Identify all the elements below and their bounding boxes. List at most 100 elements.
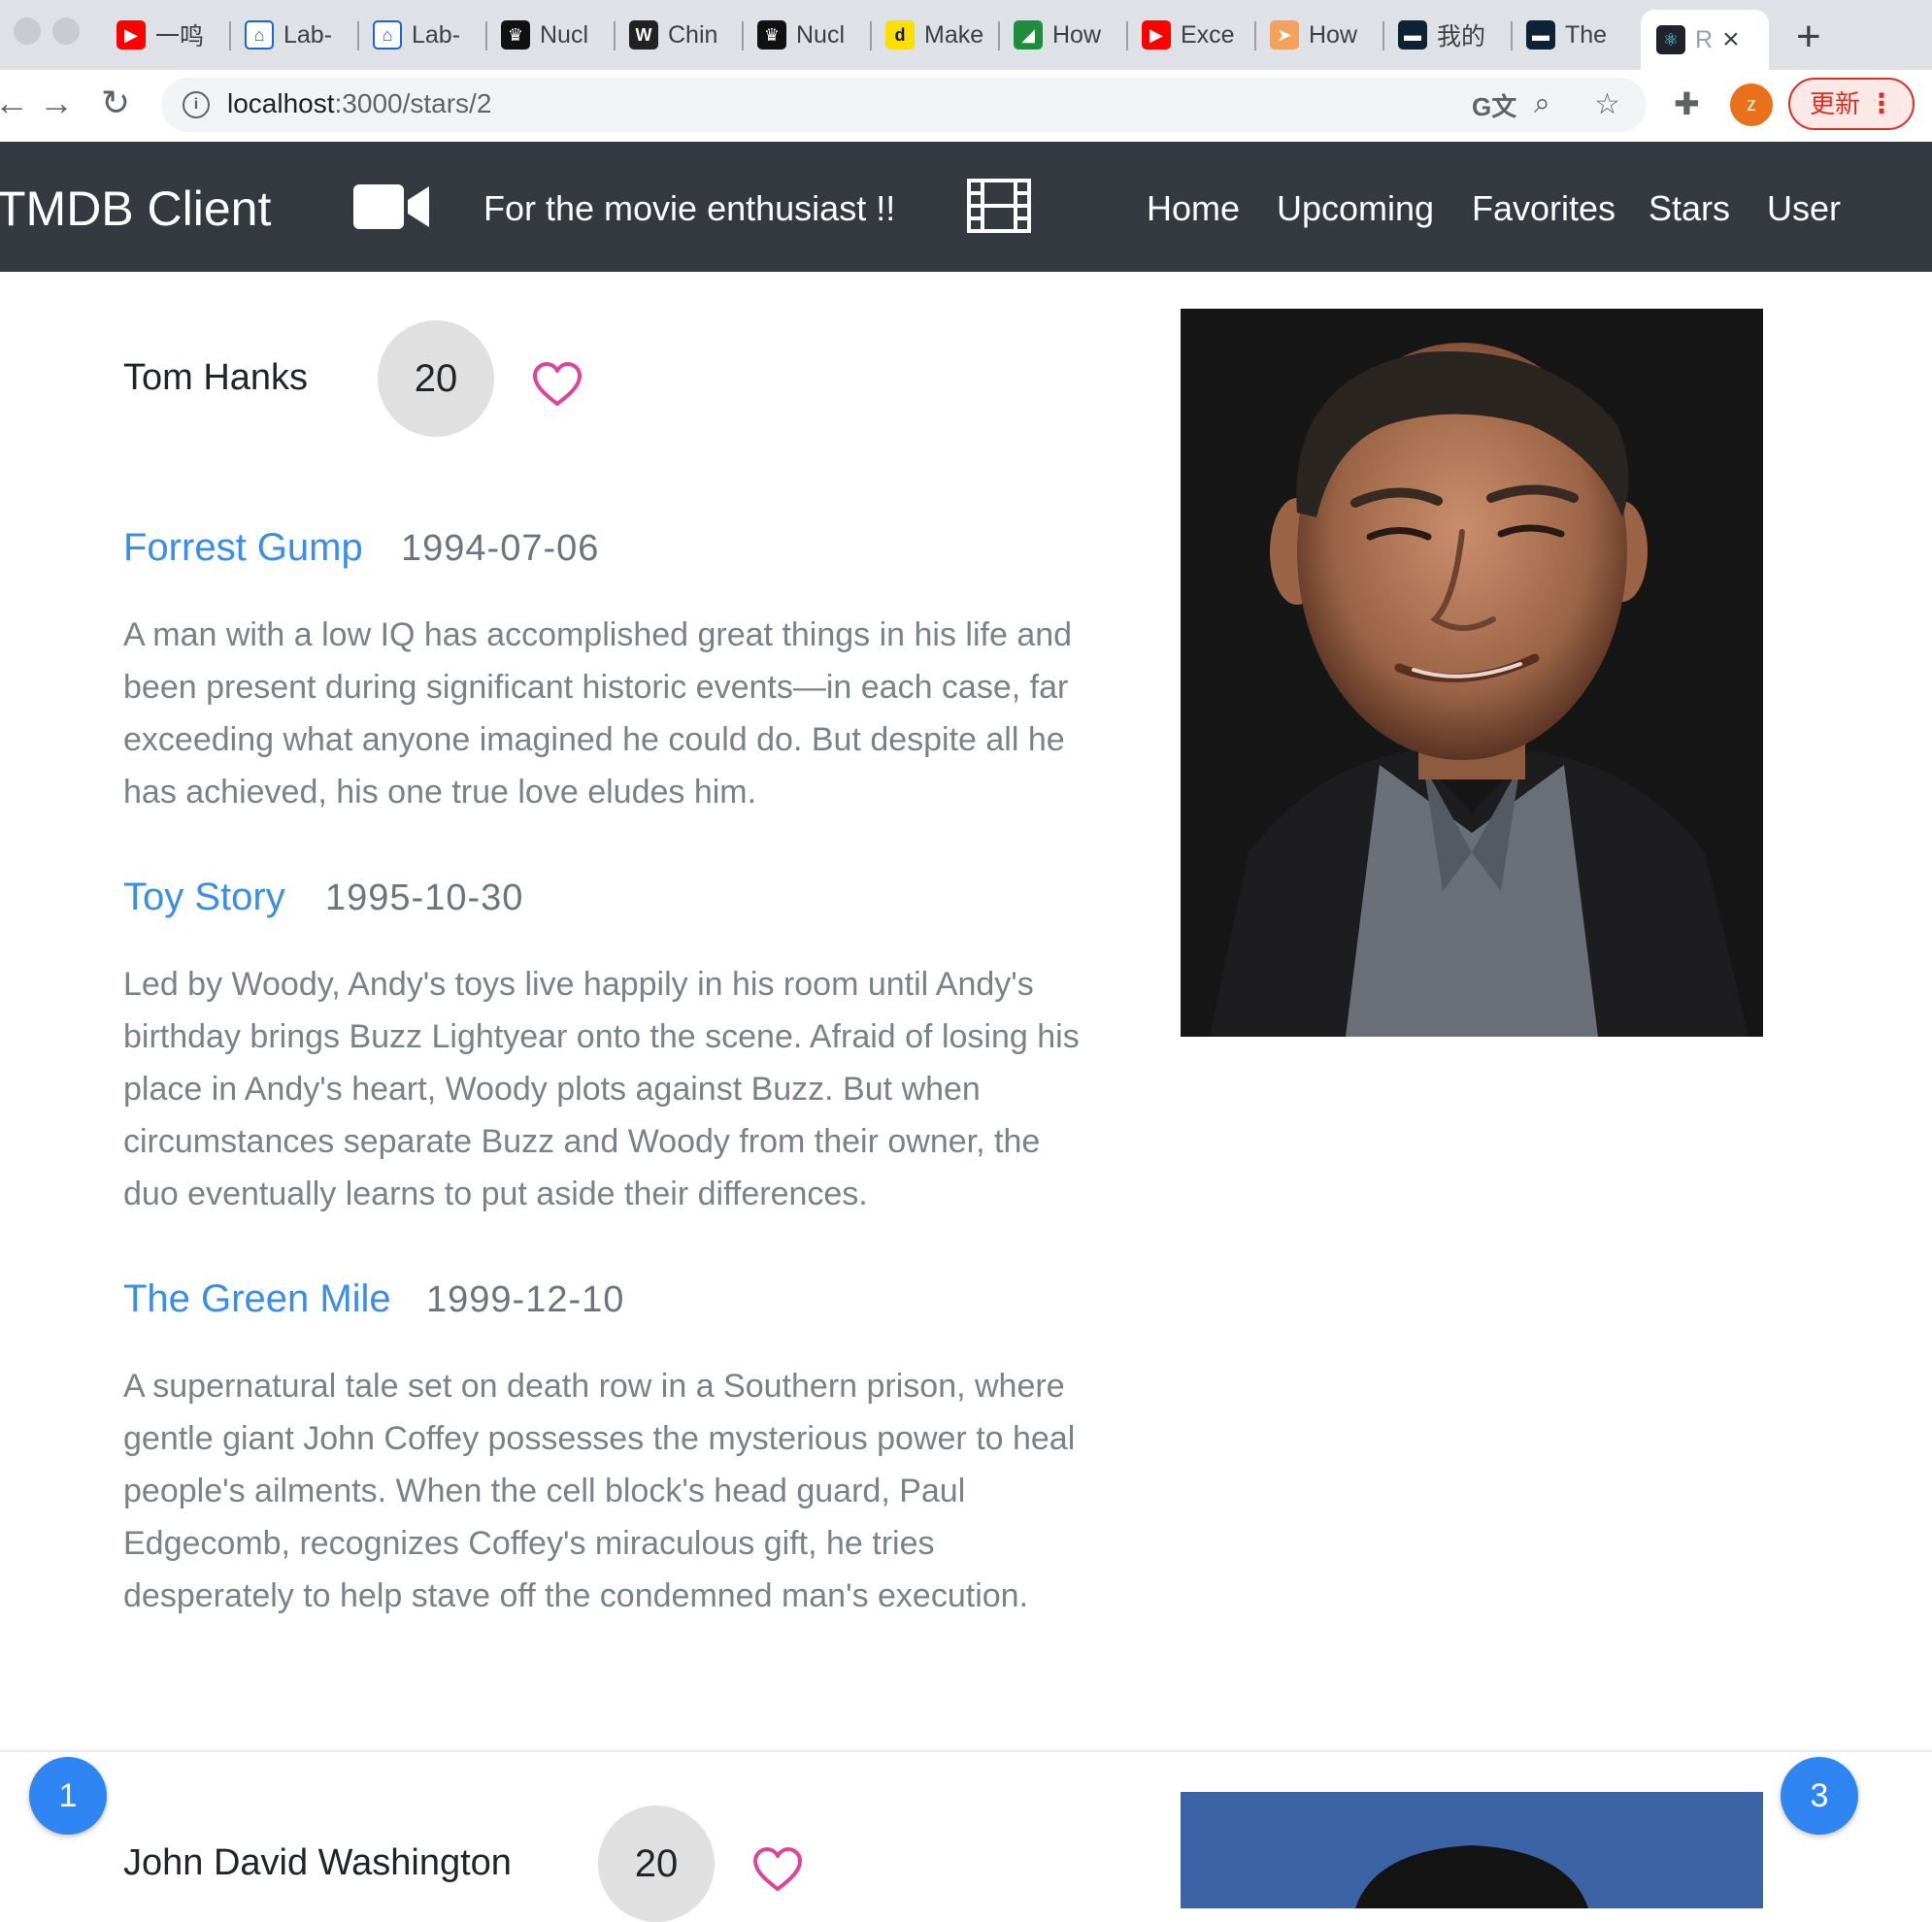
tab-label: Make: [924, 20, 984, 49]
browser-tab[interactable]: ▶ Exce: [1142, 10, 1250, 60]
update-button[interactable]: 更新 ⋮: [1788, 78, 1915, 130]
browser-tab[interactable]: ◢ How: [1014, 10, 1122, 60]
popularity-score-badge: 20: [598, 1806, 715, 1922]
site-info-icon[interactable]: i: [183, 91, 210, 118]
new-tab-button[interactable]: +: [1796, 14, 1821, 60]
tab-separator: [1254, 21, 1256, 50]
crown-icon: ♛: [757, 20, 786, 50]
browser-tab[interactable]: ♛ Nucl: [757, 10, 866, 60]
brand-title[interactable]: TMDB Client: [0, 181, 271, 237]
tab-separator: [1382, 21, 1384, 50]
tab-separator: [357, 21, 359, 50]
pagination-prev-button[interactable]: 1: [29, 1757, 107, 1835]
nav-link-upcoming[interactable]: Upcoming: [1277, 188, 1434, 229]
tab-label: The: [1565, 20, 1608, 49]
browser-tab[interactable]: ▬ The: [1526, 10, 1635, 60]
star-name: Tom Hanks: [123, 357, 309, 398]
youtube-icon: ▶: [117, 20, 146, 50]
star-photo: [1181, 1792, 1763, 1908]
app-navbar: TMDB Client For the movie enthusiast !! …: [0, 142, 1932, 272]
tab-label: Exce: [1181, 20, 1235, 49]
tab-label: Nucl: [796, 20, 846, 49]
browser-tab[interactable]: ⌂ Lab-: [373, 10, 482, 60]
tab-label: R: [1695, 25, 1714, 53]
browser-tab[interactable]: W Chin: [629, 10, 738, 60]
pagination-next-button[interactable]: 3: [1781, 1757, 1858, 1835]
extensions-puzzle-icon[interactable]: ✚: [1674, 85, 1700, 122]
star-photo: [1181, 309, 1763, 1037]
crown-icon: ♛: [501, 20, 530, 50]
favorite-heart-icon[interactable]: [752, 1846, 803, 1893]
profile-avatar[interactable]: z: [1730, 83, 1773, 126]
movie-release-date: 1999-12-10: [426, 1279, 625, 1320]
movie-release-date: 1994-07-06: [401, 528, 600, 569]
movie-title-link[interactable]: The Green Mile: [123, 1277, 391, 1321]
address-bar[interactable]: i localhost:3000/stars/2 G文 ⌕ ☆: [161, 78, 1647, 132]
browser-tab[interactable]: ▬ 我的: [1398, 10, 1507, 60]
tab-label: Chin: [668, 20, 718, 49]
movie-overview: A supernatural tale set on death row in …: [123, 1368, 1076, 1614]
movie-release-date: 1995-10-30: [325, 878, 524, 918]
tab-separator: [485, 21, 487, 50]
movie-title-link[interactable]: Forrest Gump: [123, 526, 363, 570]
back-icon[interactable]: ←: [0, 83, 29, 122]
movie-overview: A man with a low IQ has accomplished gre…: [123, 616, 1073, 811]
youtube-icon: ▶: [1142, 20, 1171, 50]
dash-icon: ▬: [1526, 20, 1555, 50]
favorite-heart-icon[interactable]: [532, 361, 583, 408]
menu-dots-icon: ⋮: [1868, 88, 1895, 118]
tab-label: How: [1309, 20, 1358, 49]
dash-icon: ▬: [1398, 20, 1427, 50]
browser-toolbar: ← → ↻ i localhost:3000/stars/2 G文 ⌕ ☆ ✚ …: [0, 70, 1932, 143]
tab-separator: [998, 21, 1000, 50]
navbar-tagline: For the movie enthusiast !!: [483, 188, 896, 228]
browser-tab[interactable]: ⌂ Lab-: [245, 10, 353, 60]
bookmark-star-icon[interactable]: ☆: [1594, 87, 1620, 121]
tab-separator: [1126, 21, 1128, 50]
lab-icon: ⌂: [245, 20, 274, 50]
d-icon: d: [885, 20, 915, 50]
movie-title-link[interactable]: Toy Story: [123, 876, 285, 919]
nav-link-stars[interactable]: Stars: [1649, 188, 1730, 229]
tab-separator: [614, 21, 616, 50]
arrow-icon: ➤: [1270, 20, 1299, 50]
reload-icon[interactable]: ↻: [101, 83, 130, 122]
leaf-icon: ◢: [1014, 20, 1043, 50]
tab-separator: [742, 21, 744, 50]
browser-tab-active[interactable]: ⚛ R ×: [1641, 10, 1769, 70]
tab-close-icon[interactable]: ×: [1722, 23, 1740, 56]
browser-tab[interactable]: ➤ How: [1270, 10, 1379, 60]
portrait-image: [1181, 1792, 1763, 1908]
movie-overview: Led by Woody, Andy's toys live happily i…: [123, 966, 1080, 1212]
portrait-image: [1181, 309, 1763, 1037]
tab-separator: [229, 21, 231, 50]
react-icon: ⚛: [1656, 25, 1685, 54]
url-text[interactable]: localhost:3000/stars/2: [227, 88, 491, 119]
tab-label: 我的: [1437, 23, 1486, 50]
lab-icon: ⌂: [373, 20, 402, 50]
video-camera-icon: [353, 184, 429, 229]
tab-label: Lab-: [412, 20, 461, 49]
browser-tab[interactable]: ▶ 一鸣: [117, 10, 221, 60]
tab-label: Lab-: [283, 20, 333, 49]
popularity-score-badge: 20: [378, 320, 494, 437]
forward-icon[interactable]: →: [39, 83, 74, 122]
zoom-icon[interactable]: ⌕: [1534, 87, 1550, 120]
star-name: John David Washington: [123, 1842, 512, 1883]
browser-tab-strip: ▶ 一鸣 ⌂ Lab- ⌂ Lab- ♛ Nucl W Chin ♛ Nucl …: [0, 0, 1932, 70]
window-minimize-dot[interactable]: [52, 17, 80, 45]
browser-tab[interactable]: ♛ Nucl: [501, 10, 610, 60]
tab-label: Nucl: [540, 20, 589, 49]
nav-link-home[interactable]: Home: [1147, 188, 1240, 229]
w-icon: W: [629, 20, 658, 50]
browser-tab[interactable]: d Make: [885, 10, 994, 60]
tab-label: 一鸣: [155, 23, 205, 50]
tab-separator: [870, 21, 872, 50]
translate-icon[interactable]: G文: [1472, 87, 1516, 123]
section-divider: [0, 1750, 1932, 1752]
nav-link-user[interactable]: User: [1767, 188, 1841, 229]
window-close-dot[interactable]: [14, 17, 41, 45]
tab-separator: [1511, 21, 1513, 50]
nav-link-favorites[interactable]: Favorites: [1472, 188, 1616, 229]
tab-label: How: [1052, 20, 1102, 49]
